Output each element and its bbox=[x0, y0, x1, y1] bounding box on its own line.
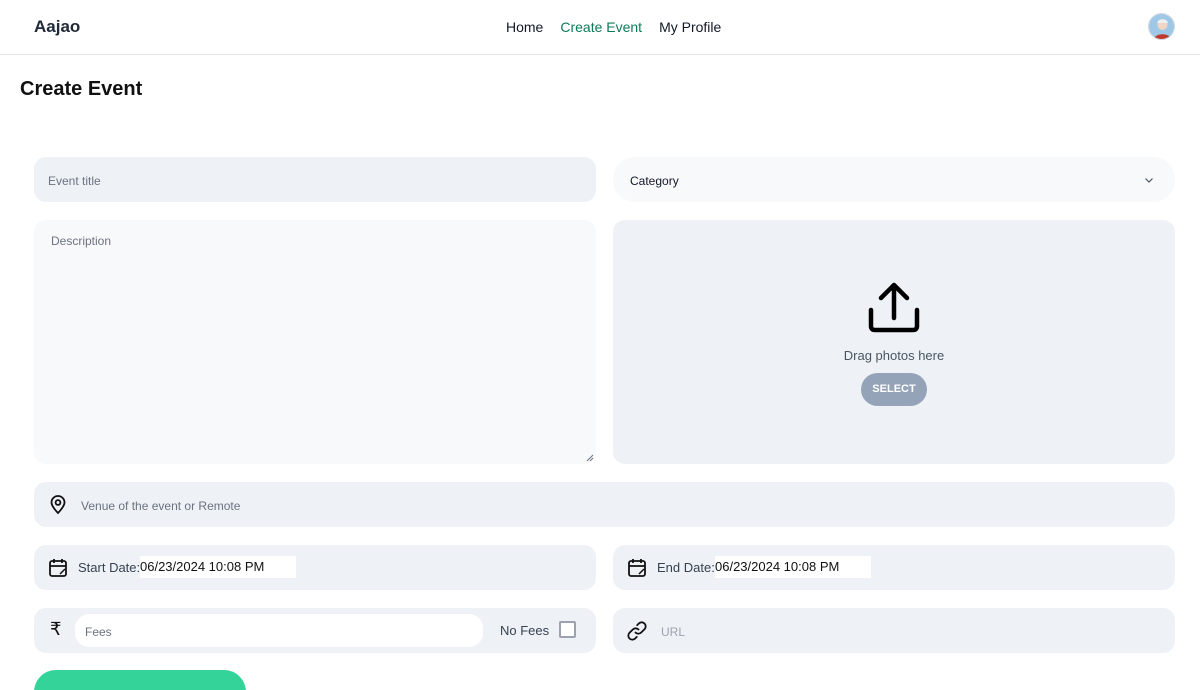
url-placeholder: URL bbox=[661, 625, 686, 639]
end-date-label: End Date: bbox=[657, 560, 715, 575]
create-event-submit-button[interactable] bbox=[34, 670, 246, 690]
start-date-input[interactable]: 06/23/2024 10:08 PM bbox=[140, 556, 296, 578]
select-photos-button[interactable]: SELECT bbox=[861, 373, 927, 406]
start-date-field: Start Date: 06/23/2024 10:08 PM bbox=[34, 545, 596, 590]
no-fees-label: No Fees bbox=[500, 623, 550, 638]
top-navbar: Aajao Home Create Event My Profile bbox=[0, 0, 1200, 55]
nav-link-my-profile[interactable]: My Profile bbox=[659, 19, 721, 35]
page-title: Create Event bbox=[20, 78, 143, 100]
photo-upload-dropzone[interactable]: Drag photos here SELECT bbox=[613, 220, 1175, 464]
fees-placeholder: Fees bbox=[85, 625, 112, 639]
event-title-placeholder: Event title bbox=[48, 174, 101, 188]
end-date-input[interactable]: 06/23/2024 10:08 PM bbox=[715, 556, 871, 578]
link-icon bbox=[627, 621, 647, 641]
fees-field: ₹ Fees No Fees bbox=[34, 608, 596, 653]
resize-handle-icon[interactable] bbox=[586, 454, 594, 462]
fees-input[interactable]: Fees bbox=[75, 614, 483, 647]
category-label: Category bbox=[630, 174, 679, 188]
nav-link-home[interactable]: Home bbox=[506, 19, 543, 35]
category-select[interactable]: Category bbox=[613, 157, 1175, 202]
calendar-icon bbox=[49, 559, 67, 577]
start-date-label: Start Date: bbox=[78, 560, 141, 575]
no-fees-checkbox[interactable] bbox=[559, 621, 576, 638]
nav-link-create-event[interactable]: Create Event bbox=[560, 19, 642, 35]
profile-avatar[interactable] bbox=[1148, 13, 1175, 40]
chevron-down-icon bbox=[1145, 178, 1153, 183]
calendar-icon bbox=[628, 559, 646, 577]
rupee-icon: ₹ bbox=[50, 619, 62, 639]
url-input[interactable]: URL bbox=[613, 608, 1175, 653]
upload-icon bbox=[868, 282, 920, 333]
location-pin-icon bbox=[50, 495, 66, 515]
nav-links: Home Create Event My Profile bbox=[506, 19, 721, 35]
brand-logo[interactable]: Aajao bbox=[34, 17, 80, 37]
venue-input[interactable]: Venue of the event or Remote bbox=[34, 482, 1175, 527]
drag-photos-text: Drag photos here bbox=[843, 348, 945, 363]
event-title-input[interactable]: Event title bbox=[34, 157, 596, 202]
description-textarea[interactable]: Description bbox=[34, 220, 596, 464]
description-placeholder: Description bbox=[51, 234, 112, 248]
venue-placeholder: Venue of the event or Remote bbox=[81, 499, 241, 513]
end-date-field: End Date: 06/23/2024 10:08 PM bbox=[613, 545, 1175, 590]
